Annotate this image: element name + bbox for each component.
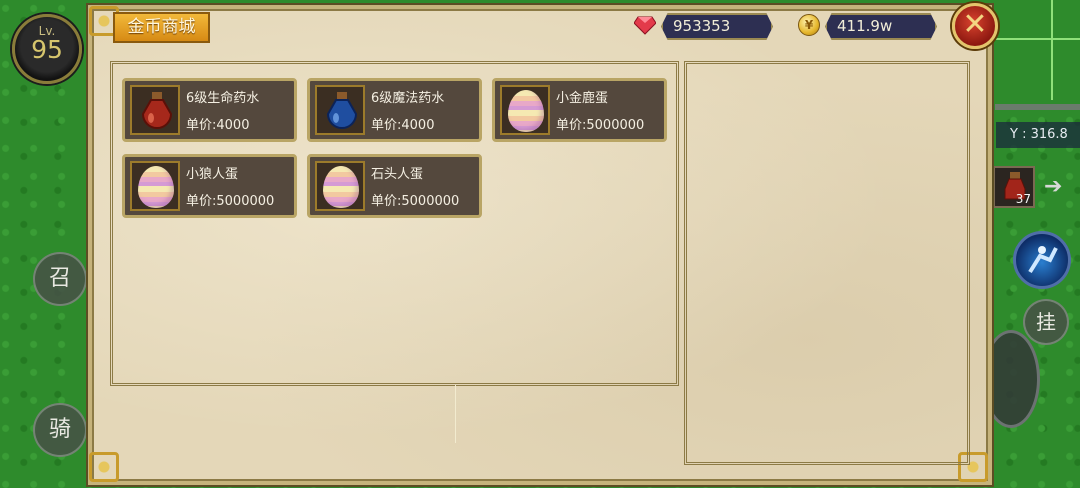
minimap-area: [995, 0, 1080, 110]
item-name: 6级生命药水: [186, 91, 260, 106]
gem-balance: 953353: [661, 13, 773, 40]
summon-label: 召: [48, 266, 71, 291]
item-price: 单价:5000000: [371, 194, 460, 209]
close-button[interactable]: ✕: [952, 3, 998, 49]
quick-slot-count: 37: [1015, 192, 1031, 206]
shop-item-card[interactable]: 小狼人蛋 单价:5000000: [122, 154, 297, 218]
shop-item-card[interactable]: 6级生命药水 单价:4000: [122, 78, 297, 142]
level-value: 95: [31, 35, 63, 64]
item-icon-frame: [130, 85, 180, 135]
gold-coin-icon: ¥: [798, 14, 820, 36]
auto-label: 挂: [1036, 310, 1056, 334]
item-detail-area: [684, 61, 970, 465]
summon-button[interactable]: 召: [33, 252, 87, 306]
y-coordinate-readout: Y : 316.8: [996, 122, 1080, 148]
player-level-badge[interactable]: Lv. 95: [12, 14, 82, 84]
item-price: 单价:4000: [186, 118, 250, 133]
skill-button[interactable]: [1013, 231, 1071, 289]
item-name: 6级魔法药水: [371, 91, 445, 106]
item-name: 小金鹿蛋: [556, 91, 609, 106]
item-icon-frame: [315, 161, 365, 211]
ride-button[interactable]: 骑: [33, 403, 87, 457]
ride-label: 骑: [48, 417, 71, 442]
shop-item-card[interactable]: 6级魔法药水 单价:4000: [307, 78, 482, 142]
item-icon-frame: [315, 85, 365, 135]
item-price: 单价:5000000: [186, 194, 275, 209]
red-potion-icon: [141, 92, 173, 129]
item-icon-frame: [130, 161, 180, 211]
skill-figure-icon: [1028, 246, 1058, 274]
expand-arrow-icon[interactable]: ➔: [1044, 174, 1062, 199]
auto-battle-button[interactable]: 挂: [1023, 299, 1069, 345]
item-name: 小狼人蛋: [186, 167, 239, 182]
item-price: 单价:4000: [371, 118, 435, 133]
divider: [455, 385, 456, 443]
shop-title-tab[interactable]: 金币商城: [113, 12, 210, 43]
egg-icon: [323, 166, 359, 208]
close-icon: ✕: [962, 7, 988, 42]
egg-icon: [138, 166, 174, 208]
shop-item-card[interactable]: 小金鹿蛋 单价:5000000: [492, 78, 667, 142]
corner-ornament: [89, 452, 119, 482]
gold-balance: 411.9w: [825, 13, 937, 40]
shop-item-card[interactable]: 石头人蛋 单价:5000000: [307, 154, 482, 218]
item-price: 单价:5000000: [556, 118, 645, 133]
item-name: 石头人蛋: [371, 167, 424, 182]
blue-potion-icon: [326, 92, 358, 129]
item-icon-frame: [500, 85, 550, 135]
egg-icon: [508, 90, 544, 132]
diamond-icon: [634, 16, 656, 35]
quick-item-slot[interactable]: 37: [993, 166, 1035, 208]
